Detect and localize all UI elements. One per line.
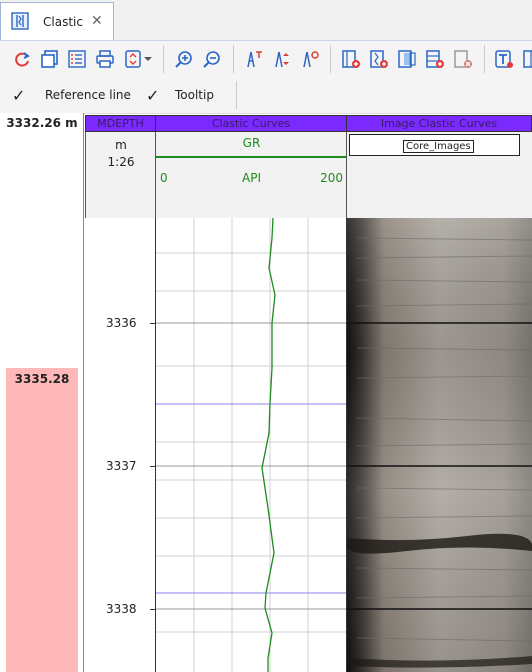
text-tool-icon[interactable]	[494, 49, 514, 69]
options-bar: ✓ Reference line ✓ Tooltip	[0, 77, 532, 114]
toolbar	[0, 41, 532, 78]
image-name: Core_Images	[403, 140, 474, 153]
curve-max: 200	[320, 171, 343, 185]
well-log-icon	[11, 12, 29, 30]
insert-table-icon[interactable]	[425, 49, 445, 69]
depth-highlight-bar[interactable]	[6, 368, 78, 672]
print-icon[interactable]	[95, 49, 115, 69]
curve-legend-line	[156, 156, 347, 158]
toolbar-separator	[163, 45, 164, 73]
image-track-title[interactable]: Image Clastic Curves	[346, 115, 532, 132]
tab-label: Clastic	[43, 15, 83, 29]
curve-unit: API	[242, 171, 261, 185]
zoom-out-icon[interactable]	[202, 49, 222, 69]
cursor-depth-label: 3335.28	[14, 372, 70, 386]
insert-track-icon[interactable]	[341, 49, 361, 69]
tab-clastic[interactable]: Clastic ✕	[0, 2, 114, 40]
toolbar-separator	[330, 45, 331, 73]
top-depth-label: 3332.26 m	[6, 116, 78, 130]
delete-track-icon[interactable]	[453, 49, 473, 69]
depth-unit: m	[115, 138, 127, 152]
gr-curve-plot[interactable]	[156, 218, 346, 672]
insert-curve-icon[interactable]	[369, 49, 389, 69]
toolbar-separator	[233, 45, 234, 73]
copy-icon[interactable]	[40, 49, 60, 69]
depth-label: 3336	[106, 316, 137, 330]
depth-label: 3337	[106, 459, 137, 473]
image-track-header: Core_Images	[346, 132, 532, 218]
curve-track-header: GR 0 API 200	[155, 132, 347, 218]
track-add-icon[interactable]	[244, 49, 264, 69]
core-image[interactable]	[347, 218, 532, 672]
refresh-icon[interactable]	[12, 49, 32, 69]
track-marker-icon[interactable]	[300, 49, 320, 69]
multi-track-icon[interactable]	[522, 49, 532, 69]
insert-image-icon[interactable]	[397, 49, 417, 69]
toolbar-separator	[484, 45, 485, 73]
track-scale-icon[interactable]	[272, 49, 292, 69]
checkmark-icon[interactable]: ✓	[12, 86, 25, 105]
curve-track-title[interactable]: Clastic Curves	[155, 115, 347, 132]
tooltip-toggle[interactable]: Tooltip	[175, 88, 214, 102]
depth-label: 3338	[106, 602, 137, 616]
depth-track-header: m 1:26	[85, 132, 156, 218]
list-icon[interactable]	[67, 49, 87, 69]
layout-dropdown-icon[interactable]	[124, 49, 154, 69]
depth-scale: 1:26	[107, 155, 135, 169]
depth-track-title[interactable]: MDEPTH	[85, 115, 156, 132]
close-icon[interactable]: ✕	[91, 13, 103, 29]
reference-line-toggle[interactable]: Reference line	[45, 88, 131, 102]
curve-name[interactable]: GR	[156, 136, 347, 150]
checkmark-icon[interactable]: ✓	[146, 86, 159, 105]
zoom-in-icon[interactable]	[174, 49, 194, 69]
toolbar-separator	[236, 81, 237, 109]
